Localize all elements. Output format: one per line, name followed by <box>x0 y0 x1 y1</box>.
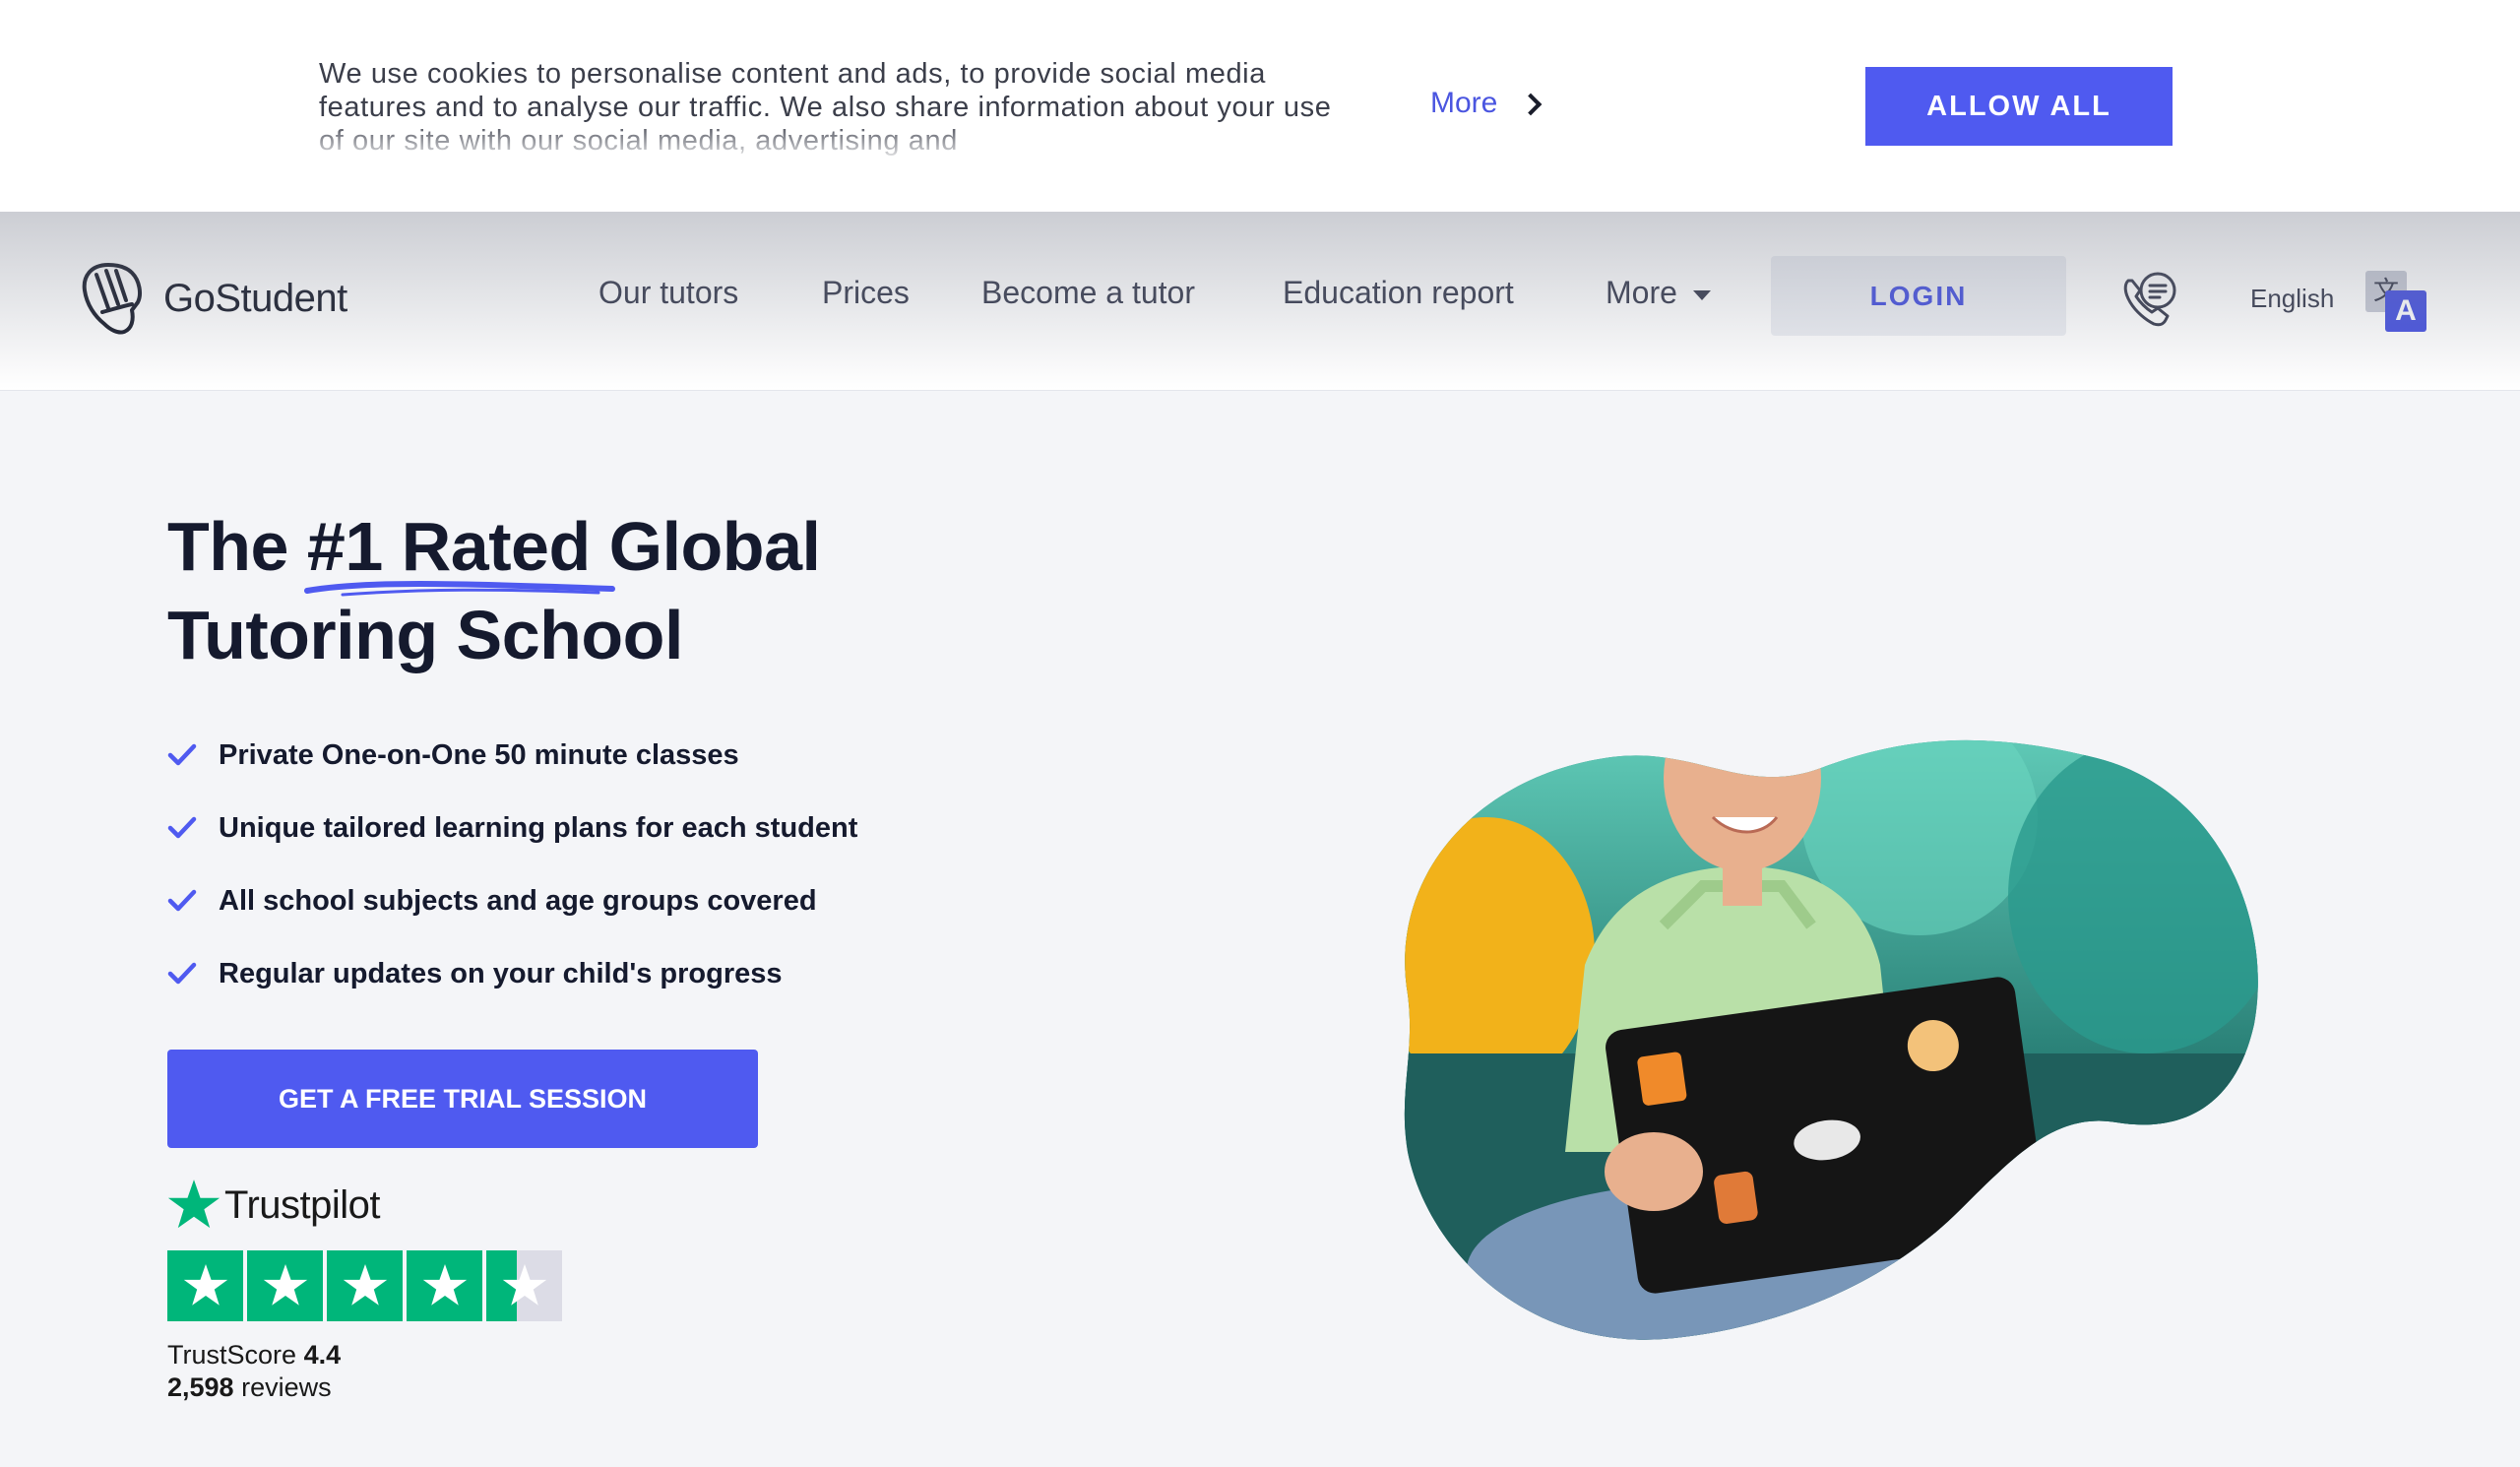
trustpilot-score: TrustScore 4.4 2,598 reviews <box>167 1339 341 1404</box>
feature-list: Private One-on-One 50 minute classes Uni… <box>167 719 857 1010</box>
feature-text: All school subjects and age groups cover… <box>219 884 817 917</box>
reviews-label: reviews <box>233 1372 332 1402</box>
list-item: All school subjects and age groups cover… <box>167 864 857 937</box>
nav-item-become-a-tutor[interactable]: Become a tutor <box>981 275 1195 311</box>
cookie-more-label: More <box>1430 87 1498 119</box>
title-part1: The <box>167 508 307 585</box>
trustpilot-star <box>167 1250 243 1321</box>
logo-text: GoStudent <box>163 276 347 320</box>
translate-icon[interactable]: 文 A <box>2365 271 2426 332</box>
site-header: GoStudent Our tutors Prices Become a tut… <box>0 212 2520 391</box>
trustscore-label: TrustScore <box>167 1340 297 1370</box>
list-item: Regular updates on your child's progress <box>167 937 857 1010</box>
check-icon <box>167 962 197 985</box>
title-highlight: #1 Rated <box>303 502 615 597</box>
feature-text: Unique tailored learning plans for each … <box>219 811 858 844</box>
trustpilot-star <box>407 1250 482 1321</box>
nav-more-label: More <box>1606 275 1677 310</box>
login-button[interactable]: LOGIN <box>1771 256 2066 336</box>
reviews-count: 2,598 <box>167 1372 234 1402</box>
trustpilot-rating-stars <box>167 1250 562 1321</box>
caret-down-icon <box>1692 289 1711 300</box>
allow-all-button[interactable]: ALLOW ALL <box>1865 67 2173 146</box>
trustpilot-star <box>247 1250 323 1321</box>
trustpilot-star <box>327 1250 403 1321</box>
feature-text: Private One-on-One 50 minute classes <box>219 738 739 771</box>
trustpilot-star <box>486 1250 562 1321</box>
trustscore-value: 4.4 <box>303 1340 342 1370</box>
hero-image <box>1368 640 2274 1354</box>
check-icon <box>167 889 197 912</box>
title-highlight-text: #1 Rated <box>306 508 591 585</box>
list-item: Unique tailored learning plans for each … <box>167 792 857 864</box>
nav-item-prices[interactable]: Prices <box>822 275 910 311</box>
phone-chat-icon[interactable] <box>2118 269 2179 335</box>
check-icon <box>167 743 197 766</box>
underline-squiggle-icon <box>303 581 615 597</box>
check-icon <box>167 816 197 839</box>
nav-item-more[interactable]: More <box>1606 275 1711 311</box>
nav-item-our-tutors[interactable]: Our tutors <box>598 275 738 311</box>
title-line2: Tutoring School <box>167 597 683 673</box>
gostudent-logo-icon <box>82 263 142 335</box>
chevron-right-icon <box>1520 93 1543 116</box>
language-label[interactable]: English <box>2250 284 2334 314</box>
list-item: Private One-on-One 50 minute classes <box>167 719 857 792</box>
page-title: The #1 Rated Global Tutoring School <box>167 502 821 679</box>
nav-item-education-report[interactable]: Education report <box>1283 275 1514 311</box>
feature-text: Regular updates on your child's progress <box>219 957 783 989</box>
cookie-message: We use cookies to personalise content an… <box>319 58 1332 157</box>
trustpilot-star-icon <box>167 1180 220 1229</box>
trustpilot-logo: Trustpilot <box>167 1180 381 1231</box>
trustpilot-widget[interactable]: Trustpilot TrustScore 4.4 2,598 reviews <box>167 1180 562 1402</box>
cookie-more-link[interactable]: More <box>1430 87 1543 120</box>
trustpilot-name: Trustpilot <box>224 1182 381 1227</box>
logo[interactable]: GoStudent <box>79 261 347 336</box>
free-trial-button[interactable]: GET A FREE TRIAL SESSION <box>167 1050 758 1148</box>
translate-icon-front: A <box>2385 290 2426 332</box>
cookie-banner: We use cookies to personalise content an… <box>0 0 2520 212</box>
title-part2: Global <box>590 508 821 585</box>
